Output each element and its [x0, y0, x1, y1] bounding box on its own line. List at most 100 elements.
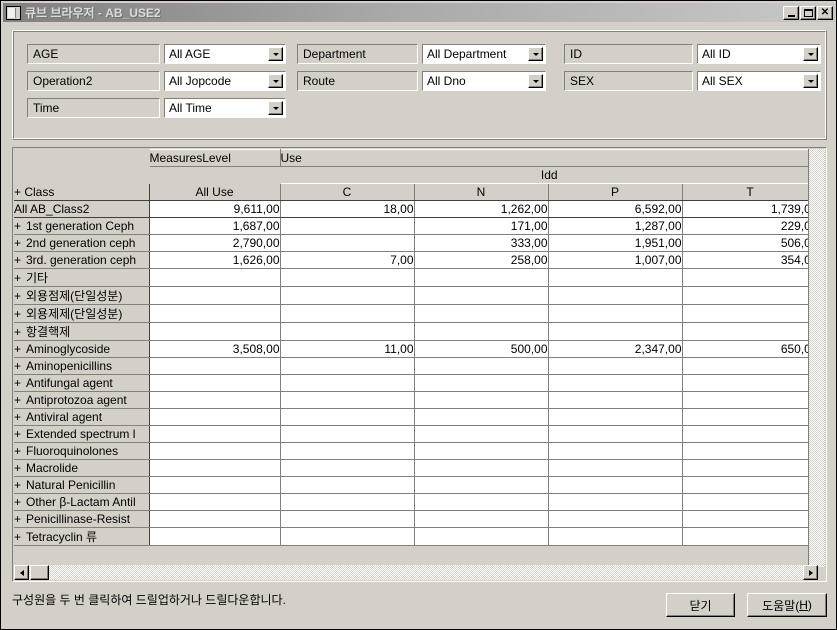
data-cell[interactable] [280, 234, 415, 252]
data-cell[interactable] [280, 510, 415, 528]
data-cell[interactable] [414, 268, 549, 287]
expand-plus-icon[interactable]: + [14, 253, 26, 267]
vertical-scrollbar[interactable] [808, 149, 825, 567]
row-header-cell[interactable]: + Fluoroquinolones [14, 442, 150, 460]
data-cell[interactable]: 18,00 [280, 200, 415, 218]
data-cell[interactable] [414, 527, 549, 546]
row-header-cell[interactable]: + Tetracyclin 류 [14, 527, 150, 546]
data-cell[interactable] [414, 476, 549, 494]
data-cell[interactable] [414, 459, 549, 477]
data-cell[interactable] [280, 493, 415, 511]
data-cell[interactable] [548, 476, 683, 494]
data-cell[interactable] [414, 408, 549, 426]
data-cell[interactable] [548, 304, 683, 323]
table-row[interactable]: + 항결핵제 [14, 322, 818, 341]
close-button[interactable]: 닫기 [666, 593, 735, 617]
data-cell[interactable] [149, 322, 281, 341]
data-cell[interactable]: 7,00 [280, 251, 415, 269]
row-header-cell[interactable]: All AB_Class2 [14, 200, 150, 218]
data-cell[interactable] [280, 357, 415, 375]
data-cell[interactable] [682, 527, 818, 546]
data-cell[interactable] [682, 493, 818, 511]
data-cell[interactable] [149, 391, 281, 409]
data-cell[interactable] [548, 527, 683, 546]
chevron-down-icon[interactable] [528, 47, 543, 61]
data-cell[interactable] [280, 374, 415, 392]
data-cell[interactable] [682, 408, 818, 426]
table-row[interactable]: + 외용점제(단일성분) [14, 286, 818, 305]
row-header-cell[interactable]: +2nd generation ceph [14, 234, 150, 252]
expand-plus-icon[interactable]: + [14, 271, 26, 285]
data-cell[interactable] [682, 391, 818, 409]
filter-combo-time[interactable]: All Time [164, 98, 286, 118]
data-cell[interactable] [682, 357, 818, 375]
data-cell[interactable] [280, 425, 415, 443]
row-header-cell[interactable]: + Macrolide [14, 459, 150, 477]
data-cell[interactable] [280, 476, 415, 494]
data-cell[interactable] [682, 425, 818, 443]
data-cell[interactable] [414, 391, 549, 409]
data-cell[interactable]: 1,626,00 [149, 251, 281, 269]
table-row[interactable]: + Other β-Lactam Antil [14, 493, 818, 511]
data-cell[interactable] [682, 459, 818, 477]
column-header-n[interactable]: N [414, 183, 549, 201]
data-cell[interactable]: 506,00 [682, 234, 818, 252]
table-row[interactable]: + Aminoglycoside 3,508,00 11,00 500,00 2,347,… [14, 340, 818, 358]
table-row[interactable]: + Tetracyclin 류 [14, 527, 818, 546]
expand-plus-icon[interactable]: + [14, 219, 26, 233]
filter-combo-sex[interactable]: All SEX [697, 71, 821, 91]
column-header-all-use[interactable]: All Use [149, 183, 281, 201]
expand-plus-icon[interactable]: + [14, 236, 26, 250]
table-row[interactable]: + Antiviral agent [14, 408, 818, 426]
chevron-down-icon[interactable] [528, 74, 543, 88]
table-row[interactable]: + Penicillinase-Resist [14, 510, 818, 528]
data-cell[interactable] [149, 374, 281, 392]
data-cell[interactable] [548, 357, 683, 375]
data-cell[interactable] [149, 442, 281, 460]
data-cell[interactable]: 258,00 [414, 251, 549, 269]
table-row[interactable]: + 기타 [14, 268, 818, 287]
expand-plus-icon[interactable]: + [14, 530, 26, 544]
data-cell[interactable]: 11,00 [280, 340, 415, 358]
expand-plus-icon[interactable]: + [14, 342, 26, 356]
chevron-down-icon[interactable] [268, 74, 283, 88]
row-header-cell[interactable]: + Aminoglycoside [14, 340, 150, 358]
cube-pivot-table[interactable]: MeasuresLevel Use Idd + Class All Use C … [14, 149, 818, 546]
data-cell[interactable] [682, 476, 818, 494]
data-cell[interactable] [414, 510, 549, 528]
measures-level-button[interactable]: MeasuresLevel [148, 149, 281, 167]
data-cell[interactable] [149, 357, 281, 375]
expand-plus-icon[interactable]: + [14, 478, 26, 492]
table-row[interactable]: +3rd. generation ceph 1,626,00 7,00 258,00 1… [14, 251, 818, 269]
filter-combo-id[interactable]: All ID [697, 44, 821, 64]
data-cell[interactable]: 1,007,00 [548, 251, 683, 269]
expand-plus-icon[interactable]: + [14, 410, 26, 424]
vertical-scrollbar-track[interactable] [809, 149, 825, 567]
row-header-cell[interactable]: + 항결핵제 [14, 322, 150, 341]
data-cell[interactable]: 3,508,00 [149, 340, 281, 358]
data-cell[interactable] [414, 322, 549, 341]
data-cell[interactable]: 1,262,00 [414, 200, 549, 218]
data-cell[interactable] [280, 459, 415, 477]
table-row[interactable]: + Natural Penicillin [14, 476, 818, 494]
table-row[interactable]: +1st generation Ceph 1,687,00 171,00 1,287,… [14, 217, 818, 235]
column-header-c[interactable]: C [280, 183, 415, 201]
data-cell[interactable] [414, 374, 549, 392]
expand-plus-icon[interactable]: + [14, 307, 26, 321]
scroll-left-button[interactable] [14, 565, 29, 580]
expand-plus-icon[interactable]: + [14, 393, 26, 407]
data-cell[interactable] [149, 459, 281, 477]
data-cell[interactable]: 1,951,00 [548, 234, 683, 252]
data-cell[interactable] [414, 442, 549, 460]
data-cell[interactable] [414, 425, 549, 443]
data-cell[interactable] [682, 510, 818, 528]
table-row[interactable]: +2nd generation ceph 2,790,00 333,00 1,951,… [14, 234, 818, 252]
table-row[interactable]: + Macrolide [14, 459, 818, 477]
minimize-button[interactable] [783, 5, 799, 20]
expand-plus-icon[interactable]: + [14, 495, 26, 509]
data-cell[interactable] [682, 268, 818, 287]
row-header-cell[interactable]: + Antiviral agent [14, 408, 150, 426]
chevron-down-icon[interactable] [268, 101, 283, 115]
data-cell[interactable] [149, 476, 281, 494]
title-bar[interactable]: 큐브 브라우저 - AB_USE2 ✕ [3, 3, 836, 22]
